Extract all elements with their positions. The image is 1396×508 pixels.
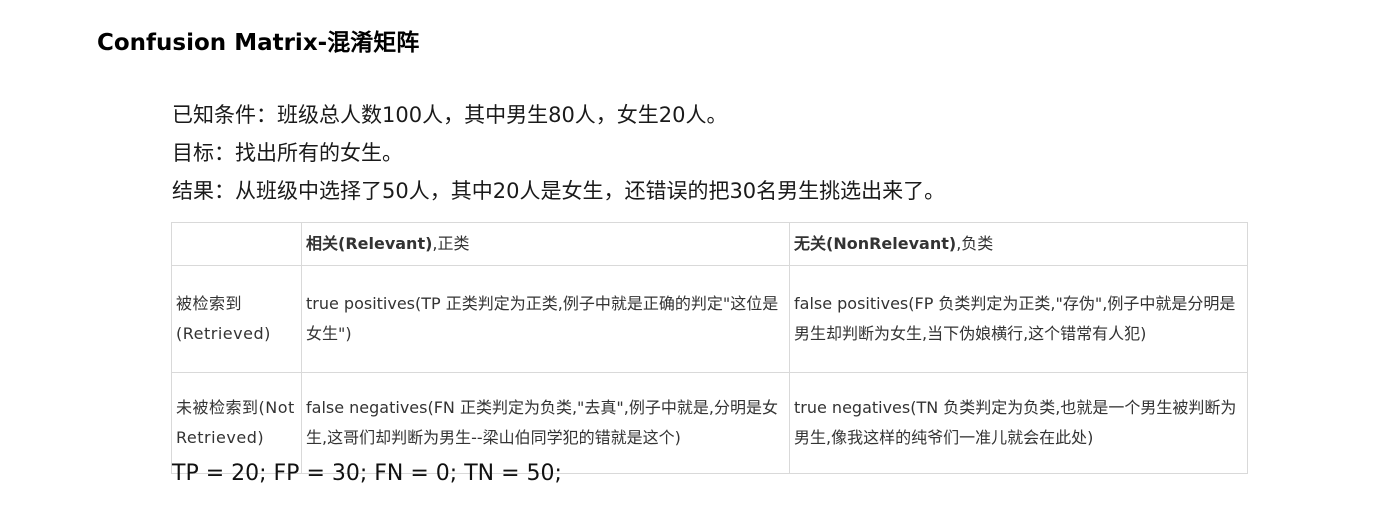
false-positives-cell: false positives(FP 负类判定为正类,"存伪",例子中就是分明是… <box>789 265 1248 373</box>
relevant-suffix: ,正类 <box>432 234 470 253</box>
table-row: 被检索到(Retrieved) true positives(TP 正类判定为正… <box>171 265 1248 373</box>
relevant-term: 相关(Relevant) <box>306 234 433 253</box>
corner-cell <box>171 222 302 266</box>
column-header-nonrelevant: 无关(NonRelevant),负类 <box>789 222 1248 266</box>
true-positives-cell: true positives(TP 正类判定为正类,例子中就是正确的判定"这位是… <box>301 265 790 373</box>
row-header-retrieved: 被检索到(Retrieved) <box>171 265 302 373</box>
known-conditions-text: 已知条件：班级总人数100人，其中男生80人，女生20人。 <box>172 103 728 127</box>
true-negatives-cell: true negatives(TN 负类判定为负类,也就是一个男生被判断为男生,… <box>789 372 1248 474</box>
goal-text: 目标：找出所有的女生。 <box>172 141 403 165</box>
nonrelevant-suffix: ,负类 <box>956 234 994 253</box>
result-text: 结果：从班级中选择了50人，其中20人是女生，还错误的把30名男生挑选出来了。 <box>172 179 946 203</box>
confusion-matrix-table: 相关(Relevant),正类 无关(NonRelevant),负类 被检索到(… <box>171 222 1248 474</box>
nonrelevant-term: 无关(NonRelevant) <box>794 234 957 253</box>
problem-description: 已知条件：班级总人数100人，其中男生80人，女生20人。 目标：找出所有的女生… <box>172 96 1272 210</box>
page-title: Confusion Matrix-混淆矩阵 <box>97 30 420 56</box>
counts-formula: TP = 20; FP = 30; FN = 0; TN = 50; <box>172 461 562 486</box>
column-header-relevant: 相关(Relevant),正类 <box>301 222 790 266</box>
table-header-row: 相关(Relevant),正类 无关(NonRelevant),负类 <box>171 222 1248 266</box>
